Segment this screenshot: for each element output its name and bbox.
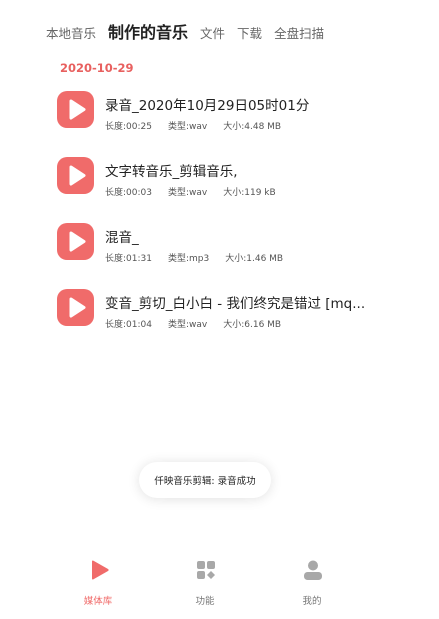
item-length: 长度:00:03	[105, 188, 152, 198]
item-meta: 长度:01:04 类型:wav 大小:6.16 MB	[105, 317, 297, 330]
item-size: 大小:6.16 MB	[223, 320, 282, 330]
play-icon	[69, 297, 86, 318]
nav-mine[interactable]: 我的	[272, 550, 352, 610]
play-thumbnail[interactable]	[57, 91, 94, 128]
top-tab-bar: 本地音乐 制作的音乐 文件 下载 全盘扫描	[46, 22, 324, 44]
item-length: 长度:01:04	[105, 320, 152, 330]
list-item[interactable]: 变音_剪切_白小白 - 我们终究是错过 [mq... 长度:01:04 类型:wa…	[0, 286, 439, 336]
play-icon	[69, 165, 86, 186]
item-type: 类型:wav	[167, 188, 208, 198]
item-size: 大小:1.46 MB	[225, 254, 284, 264]
nav-label: 媒体库	[83, 596, 113, 607]
item-size: 大小:4.48 MB	[223, 122, 282, 132]
item-meta: 长度:00:25 类型:wav 大小:4.48 MB	[105, 119, 297, 132]
item-length: 长度:01:31	[105, 254, 152, 264]
tab-made-music[interactable]: 制作的音乐	[108, 22, 188, 44]
play-thumbnail[interactable]	[57, 157, 94, 194]
nav-label: 我的	[302, 596, 322, 607]
list-item[interactable]: 文字转音乐_剪辑音乐, 长度:00:03 类型:wav 大小:119 kB	[0, 154, 439, 204]
nav-media-library[interactable]: 媒体库	[58, 550, 138, 610]
tab-downloads[interactable]: 下载	[237, 24, 262, 44]
tab-files[interactable]: 文件	[200, 24, 225, 44]
item-size: 大小:119 kB	[223, 188, 276, 198]
grid-icon	[197, 561, 215, 579]
item-type: 类型:wav	[167, 320, 208, 330]
group-date-label: 2020-10-29	[60, 61, 134, 75]
tab-local-music[interactable]: 本地音乐	[46, 24, 96, 44]
play-icon	[69, 99, 86, 120]
item-title: 变音_剪切_白小白 - 我们终究是错过 [mq...	[105, 296, 365, 312]
play-icon	[92, 560, 109, 580]
play-thumbnail[interactable]	[57, 289, 94, 326]
list-item[interactable]: 混音_ 长度:01:31 类型:mp3 大小:1.46 MB	[0, 220, 439, 270]
item-title: 混音_	[105, 230, 139, 246]
nav-label: 功能	[195, 596, 215, 607]
item-length: 长度:00:25	[105, 122, 152, 132]
play-thumbnail[interactable]	[57, 223, 94, 260]
item-title: 录音_2020年10月29日05时01分	[105, 98, 310, 114]
item-type: 类型:wav	[167, 122, 208, 132]
bottom-nav: 媒体库 功能 我的	[0, 550, 439, 619]
list-item[interactable]: 录音_2020年10月29日05时01分 长度:00:25 类型:wav 大小:4.…	[0, 88, 439, 138]
item-meta: 长度:01:31 类型:mp3 大小:1.46 MB	[105, 251, 299, 264]
play-icon	[69, 231, 86, 252]
item-type: 类型:mp3	[167, 254, 210, 264]
nav-features[interactable]: 功能	[165, 550, 245, 610]
tab-full-scan[interactable]: 全盘扫描	[274, 24, 324, 44]
toast-message: 仟映音乐剪辑: 录音成功	[139, 462, 271, 498]
user-icon	[304, 560, 322, 580]
item-meta: 长度:00:03 类型:wav 大小:119 kB	[105, 185, 292, 198]
item-title: 文字转音乐_剪辑音乐,	[105, 164, 238, 180]
